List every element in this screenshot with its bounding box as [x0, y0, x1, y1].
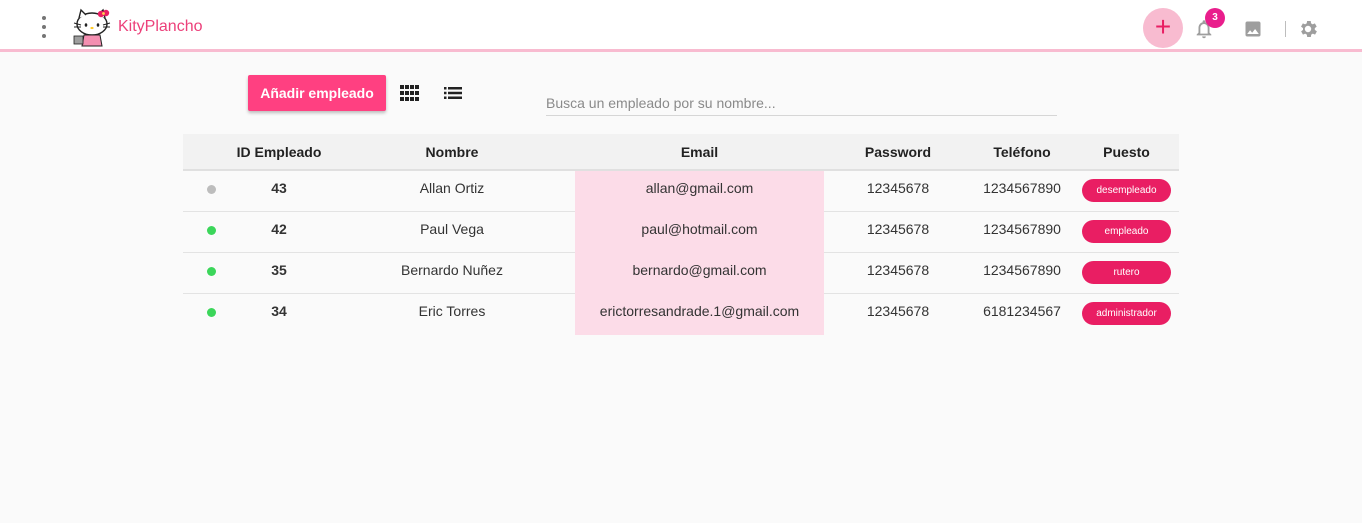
column-header-telefono[interactable]: Teléfono: [963, 144, 1081, 160]
employee-phone: 1234567890: [983, 262, 1061, 278]
employee-name: Bernardo Nuñez: [401, 262, 503, 278]
hello-kitty-logo: [73, 8, 111, 47]
role-badge: administrador: [1082, 302, 1171, 325]
notification-badge: 3: [1205, 8, 1225, 28]
table-header: ID Empleado Nombre Email Password Teléfo…: [183, 134, 1179, 171]
top-app-bar: KityPlancho + 3: [0, 0, 1362, 52]
employee-phone: 6181234567: [983, 303, 1061, 319]
column-header-puesto[interactable]: Puesto: [1082, 144, 1171, 160]
grid-view-icon[interactable]: [400, 85, 420, 101]
search-input[interactable]: [546, 90, 1057, 116]
employee-password: 12345678: [866, 262, 930, 278]
role-badge: rutero: [1082, 261, 1171, 284]
status-dot: [207, 226, 216, 235]
employee-name: Allan Ortiz: [419, 180, 485, 196]
employee-name: Eric Torres: [418, 303, 486, 319]
status-dot: [207, 308, 216, 317]
column-header-id[interactable]: ID Empleado: [223, 144, 335, 160]
employee-phone: 1234567890: [983, 180, 1061, 196]
employee-email: erictorresandrade.1@gmail.com: [575, 294, 824, 335]
table-row[interactable]: 43 Allan Ortiz allan@gmail.com 12345678 …: [183, 171, 1179, 212]
table-row[interactable]: 42 Paul Vega paul@hotmail.com 12345678 1…: [183, 212, 1179, 253]
status-dot: [207, 267, 216, 276]
employee-id: 35: [271, 262, 287, 278]
employees-table: ID Empleado Nombre Email Password Teléfo…: [183, 134, 1179, 335]
employee-phone: 1234567890: [983, 221, 1061, 237]
employee-id: 42: [271, 221, 287, 237]
add-icon[interactable]: +: [1143, 8, 1183, 48]
status-dot: [207, 185, 216, 194]
role-badge: empleado: [1082, 220, 1171, 243]
list-view-icon[interactable]: [444, 86, 462, 100]
employee-id: 34: [271, 303, 287, 319]
column-header-email[interactable]: Email: [575, 144, 824, 160]
table-row[interactable]: 34 Eric Torres erictorresandrade.1@gmail…: [183, 294, 1179, 335]
column-header-nombre[interactable]: Nombre: [375, 144, 529, 160]
image-icon[interactable]: [1243, 19, 1263, 39]
employee-email: paul@hotmail.com: [575, 212, 824, 253]
table-row[interactable]: 35 Bernardo Nuñez bernardo@gmail.com 123…: [183, 253, 1179, 294]
employee-password: 12345678: [866, 221, 930, 237]
brand-name[interactable]: KityPlancho: [118, 18, 203, 36]
employee-email: allan@gmail.com: [575, 171, 824, 212]
more-vert-icon[interactable]: [34, 16, 54, 38]
role-badge: desempleado: [1082, 179, 1171, 202]
column-header-password[interactable]: Password: [848, 144, 948, 160]
employee-password: 12345678: [866, 180, 930, 196]
add-employee-button[interactable]: Añadir empleado: [248, 75, 386, 111]
employee-id: 43: [271, 180, 287, 196]
employee-name: Paul Vega: [420, 221, 484, 237]
gear-icon[interactable]: [1297, 18, 1319, 40]
employee-email: bernardo@gmail.com: [575, 253, 824, 294]
divider: [1285, 21, 1286, 37]
employee-password: 12345678: [866, 303, 930, 319]
